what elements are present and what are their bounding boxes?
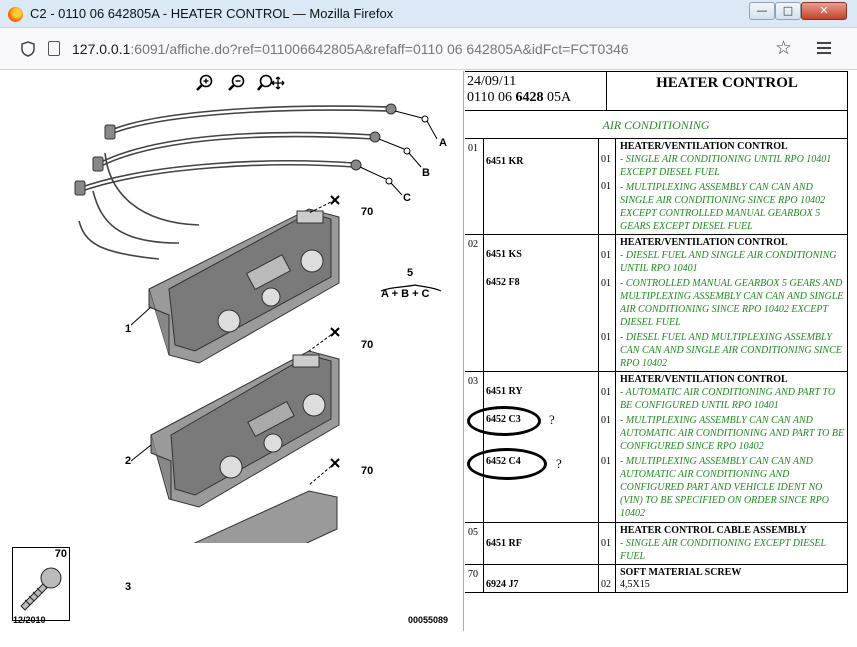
part-ref[interactable]: 6452 F8 — [486, 277, 520, 288]
page-content: A B C 70 70 70 5 A + B + C 1 2 3 70 12/2… — [9, 71, 848, 641]
part-qty: 01 — [601, 181, 611, 192]
highlight-oval — [467, 448, 547, 480]
group-03: 03 HEATER/VENTILATION CONTROL 6451 RY 64… — [465, 372, 848, 523]
zoom-in-icon[interactable] — [195, 74, 215, 92]
part-desc: - DIESEL FUEL AND MULTIPLEXING ASSEMBLY … — [620, 332, 842, 369]
shield-icon[interactable] — [21, 41, 35, 57]
firefox-icon — [8, 7, 23, 22]
code-suffix: 05A — [543, 90, 572, 105]
part-desc: - MULTIPLEXING ASSEMBLY CAN CAN AND AUTO… — [620, 415, 845, 452]
group-02: 02 HEATER/VENTILATION CONTROL 6451 KS 64… — [465, 235, 848, 372]
part-ref[interactable]: 6451 KS — [486, 249, 522, 260]
callout-5: 5 — [407, 267, 414, 279]
callout-70-first: 70 — [361, 206, 374, 218]
part-qty: 01 — [601, 250, 611, 261]
part-qty: 01 — [601, 387, 611, 398]
question-mark: ? — [556, 456, 562, 471]
part-ref[interactable]: 6924 J7 — [486, 579, 519, 590]
bookmark-star-icon[interactable]: ☆ — [775, 37, 792, 59]
group-01: 01 HEATER/VENTILATION CONTROL 6451 KR 01… — [465, 139, 848, 235]
code-prefix: 0110 06 — [467, 90, 516, 105]
part-qty: 01 — [601, 415, 611, 426]
part-qty: 01 — [601, 278, 611, 289]
part-desc: 4,5X15 — [620, 579, 650, 590]
part-desc: - MULTIPLEXING ASSEMBLY CAN CAN AND SING… — [620, 182, 826, 232]
callout-a: A — [439, 137, 447, 149]
part-qty: 01 — [601, 154, 611, 165]
callout-b: B — [422, 167, 430, 179]
callout-70-second: 70 — [361, 339, 374, 351]
callout-70-third: 70 — [361, 465, 374, 477]
part-ref[interactable]: 6451 RY — [486, 386, 523, 397]
zoom-out-icon[interactable] — [227, 74, 247, 92]
heater-control-drawing — [74, 103, 442, 543]
legend-number: 70 — [54, 548, 67, 560]
callout-c: C — [403, 192, 411, 204]
group-title: HEATER/VENTILATION CONTROL — [620, 141, 788, 152]
part-desc: - DIESEL FUEL AND SINGLE AIR CONDITIONIN… — [620, 250, 837, 274]
code-bold: 6428 — [515, 90, 544, 105]
maximize-button[interactable]: □ — [775, 2, 801, 20]
part-desc: - MULTIPLEXING ASSEMBLY CAN CAN AND AUTO… — [620, 456, 829, 519]
group-number: 03 — [465, 372, 484, 522]
group-number: 01 — [465, 139, 484, 234]
group-70: 70 SOFT MATERIAL SCREW 6924 J7 02 4,5X15 — [465, 565, 848, 593]
url-path: :6091/affiche.do?ref=011006642805A&refaf… — [130, 41, 629, 57]
group-number: 70 — [465, 565, 484, 592]
group-title: HEATER/VENTILATION CONTROL — [620, 374, 788, 385]
part-desc: - CONTROLLED MANUAL GEARBOX 5 GEARS AND … — [620, 278, 844, 328]
group-title: HEATER/VENTILATION CONTROL — [620, 237, 788, 248]
header-date: 24/09/11 — [467, 74, 517, 89]
group-number: 05 — [465, 523, 484, 564]
window-title: C2 - 0110 06 642805A - HEATER CONTROL — … — [30, 6, 394, 21]
question-mark: ? — [549, 412, 555, 427]
close-button[interactable]: ✕ — [801, 2, 847, 20]
header-code: 0110 06 6428 05A — [467, 90, 606, 106]
drawing-reference: 00055089 — [408, 615, 449, 625]
page-info-icon[interactable] — [48, 41, 60, 56]
table-header: 24/09/11 0110 06 6428 05A HEATER CONTROL — [465, 71, 848, 111]
callout-abc: A + B + C — [381, 288, 430, 300]
exploded-diagram-pane: A B C 70 70 70 5 A + B + C 1 2 3 70 12/2… — [9, 71, 464, 631]
group-title: HEATER CONTROL CABLE ASSEMBLY — [620, 525, 807, 536]
screw-legend-box: 70 — [12, 547, 70, 621]
header-info: 24/09/11 0110 06 6428 05A — [465, 72, 607, 110]
parts-table: 24/09/11 0110 06 6428 05A HEATER CONTROL… — [465, 71, 848, 593]
url-host: 127.0.0.1 — [72, 41, 131, 57]
group-title: SOFT MATERIAL SCREW — [620, 567, 742, 578]
part-qty: 01 — [601, 456, 611, 467]
window-titlebar: C2 - 0110 06 642805A - HEATER CONTROL — … — [0, 0, 857, 28]
pan-zoom-icon[interactable] — [257, 74, 285, 92]
part-ref[interactable]: 6451 RF — [486, 538, 522, 549]
part-desc: - SINGLE AIR CONDITIONING EXCEPT DIESEL … — [620, 538, 826, 562]
group-05: 05 HEATER CONTROL CABLE ASSEMBLY 6451 RF… — [465, 523, 848, 565]
callout-2: 2 — [125, 455, 132, 467]
part-desc: - SINGLE AIR CONDITIONING UNTIL RPO 1040… — [620, 154, 832, 178]
minimize-button[interactable]: — — [749, 2, 775, 20]
part-ref[interactable]: 6451 KR — [486, 156, 524, 167]
hamburger-menu-icon[interactable] — [817, 42, 831, 54]
address-bar[interactable]: 127.0.0.1:6091/affiche.do?ref=0110066428… — [72, 41, 629, 57]
callout-1: 1 — [125, 323, 132, 335]
ref-column — [484, 139, 599, 234]
part-qty: 01 — [601, 332, 611, 343]
section-title: AIR CONDITIONING — [465, 111, 848, 139]
navigation-bar: 127.0.0.1:6091/affiche.do?ref=0110066428… — [0, 28, 857, 70]
drawing-date: 12/2010 — [13, 615, 46, 625]
part-qty: 01 — [601, 538, 611, 549]
part-desc: - AUTOMATIC AIR CONDITIONING AND PART TO… — [620, 387, 836, 411]
screw-icon — [20, 567, 62, 611]
callout-3: 3 — [125, 581, 132, 593]
part-qty: 02 — [601, 579, 611, 590]
group-number: 02 — [465, 235, 484, 371]
page-title: HEATER CONTROL — [656, 75, 798, 91]
highlight-oval — [467, 406, 541, 436]
